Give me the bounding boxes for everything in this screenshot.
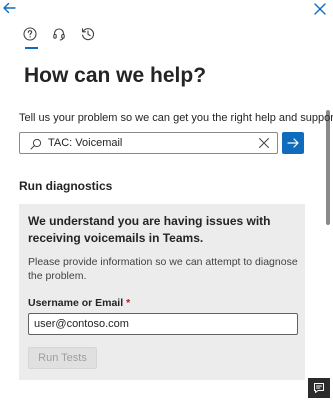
tab-history[interactable] bbox=[80, 26, 96, 42]
headset-icon bbox=[53, 28, 65, 41]
feedback-button[interactable] bbox=[308, 378, 330, 398]
required-marker: * bbox=[126, 297, 131, 309]
search-box bbox=[19, 132, 278, 154]
search-input[interactable] bbox=[48, 135, 248, 151]
page-title: How can we help? bbox=[24, 64, 207, 87]
username-label-text: Username or Email bbox=[28, 297, 124, 309]
diagnostics-description: Please provide information so we can att… bbox=[28, 256, 298, 282]
diagnostics-panel: We understand you are having issues with… bbox=[19, 204, 305, 380]
back-button[interactable] bbox=[1, 0, 19, 18]
username-field-label: Username or Email * bbox=[28, 297, 130, 309]
history-icon bbox=[81, 28, 95, 41]
page-description: Tell us your problem so we can get you t… bbox=[19, 112, 333, 124]
close-icon bbox=[314, 3, 326, 15]
search-icon bbox=[30, 138, 42, 150]
arrow-left-icon bbox=[3, 2, 16, 14]
tab-contact-support[interactable] bbox=[51, 26, 67, 42]
arrow-right-icon bbox=[287, 138, 299, 148]
tab-help[interactable] bbox=[22, 26, 38, 42]
search-submit-button[interactable] bbox=[282, 132, 304, 154]
username-email-input[interactable] bbox=[28, 313, 298, 335]
diagnostics-heading: We understand you are having issues with… bbox=[28, 214, 271, 245]
section-title-run-diagnostics: Run diagnostics bbox=[19, 179, 113, 193]
chat-feedback-icon bbox=[314, 383, 324, 393]
question-circle-icon bbox=[23, 27, 37, 41]
scrollbar-thumb[interactable] bbox=[326, 110, 330, 225]
dismiss-icon[interactable] bbox=[258, 137, 270, 149]
selected-tab-indicator bbox=[25, 47, 38, 49]
close-button[interactable] bbox=[312, 1, 330, 19]
run-tests-button[interactable]: Run Tests bbox=[28, 347, 97, 369]
